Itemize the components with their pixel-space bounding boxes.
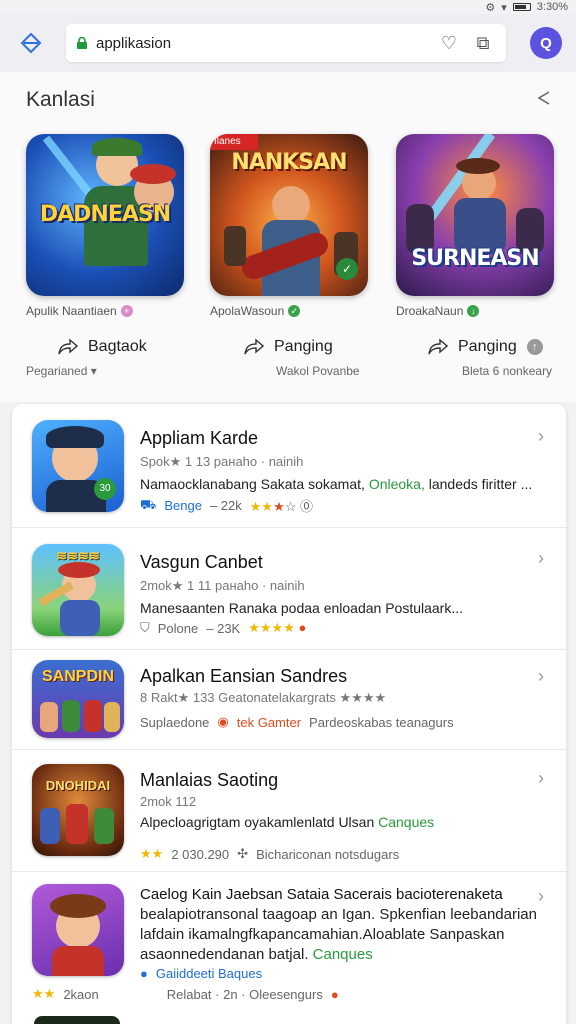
chevron-right-icon[interactable]: › xyxy=(538,768,550,788)
info-icon: ● xyxy=(140,966,148,981)
chevron-right-icon[interactable]: › xyxy=(538,548,550,568)
shop-icon: ⛉ xyxy=(140,620,150,635)
battery-icon xyxy=(512,3,531,11)
featured-app-art[interactable]: DADNEASN xyxy=(26,134,184,296)
app-subtitle: 2mok★ 1 11 ранаhо · nainih xyxy=(140,578,305,593)
app-icon[interactable] xyxy=(32,884,124,976)
list-item[interactable]: Caelog Kain Jaebsan Sataia Sacerais baci… xyxy=(12,872,566,1014)
wifi-icon: ▾ xyxy=(501,1,507,14)
app-title[interactable]: Appliam Karde xyxy=(140,428,258,449)
info-icon: ↑ xyxy=(526,339,543,355)
app-description-line: bealapiotransonal taagoap an Igan. Spken… xyxy=(140,906,537,923)
section-title: Kanlasi xyxy=(26,88,95,111)
chevron-right-icon[interactable]: › xyxy=(538,886,550,906)
app-description: Manesaanten Ranaka podaa enloadan Postul… xyxy=(140,600,464,616)
app-meta: Suplaedone ◉ tek Gamter Pardeoskabas tea… xyxy=(140,714,454,730)
app-description-line: lafdain ikamalngfkapancamahian.Aloablate… xyxy=(140,926,505,943)
featured-app-name: DroakaNaun ↓ xyxy=(396,304,554,318)
action-label: Bagtaok xyxy=(88,338,147,355)
app-icon[interactable]: 30 xyxy=(32,420,124,512)
browser-toolbar: applikasion ♡ ⧉ Q xyxy=(0,14,576,72)
app-description: Alpecloagrigtam oyakamlenlatd Ulsan Canq… xyxy=(140,814,435,830)
status-time: 3:30% xyxy=(536,1,568,13)
app-title[interactable]: Manlaias Saoting xyxy=(140,770,278,791)
badge-icon: ↓ xyxy=(467,305,480,317)
list-item[interactable]: DNOHIDAI Manlaias Saoting 2mok 112 Alpec… xyxy=(12,750,566,872)
list-item[interactable]: ≋≋≋≋ Vasgun Canbet 2mok★ 1 11 ранаhо · n… xyxy=(12,528,566,650)
featured-art-title: NANKSAN xyxy=(231,150,347,175)
app-title[interactable]: Vasgun Canbet xyxy=(140,552,263,573)
share-icon[interactable] xyxy=(534,88,554,108)
action-button[interactable]: Bagtaok xyxy=(58,338,147,356)
action-sublabel: Pegarianed ▾ xyxy=(26,364,97,378)
chevron-right-icon[interactable]: › xyxy=(538,666,550,686)
app-art-title: DNOHIDAI xyxy=(45,778,111,793)
tag-icon: ✣ xyxy=(237,846,249,861)
action-button[interactable]: Panging xyxy=(244,338,333,356)
badge-icon: ● xyxy=(330,986,339,1002)
featured-art-title: DADNEASN xyxy=(39,202,171,227)
navigation-icon[interactable] xyxy=(14,26,48,60)
app-badge: 30 xyxy=(94,478,116,500)
app-rating: ★★ 2kaon Relabat · 2n · Oleesengurs ● xyxy=(32,986,339,1002)
share-arrow-icon xyxy=(58,338,78,355)
featured-app-card[interactable]: DADNEASN Apulik Naantiaen + xyxy=(26,134,184,318)
share-arrow-icon xyxy=(428,338,448,355)
app-icon[interactable]: SANPDIN xyxy=(32,660,124,738)
rating-icon: ★★★★ ● xyxy=(248,620,307,635)
app-meta: ● Gaiiddeeti Baques xyxy=(140,966,263,981)
extension-icon[interactable]: ⧉ xyxy=(470,30,496,56)
app-art-title: SANPDIN xyxy=(41,668,114,685)
rating-icon: ★★ xyxy=(140,846,164,861)
featured-app-name: ApolaWasoun ✓ xyxy=(210,304,368,318)
lock-icon xyxy=(77,37,87,49)
settings-status-icon: ⚙ xyxy=(485,1,496,14)
featured-app-card[interactable]: Ilanes ✓ NANKSAN ApolaWasoun ✓ xyxy=(210,134,368,318)
share-arrow-icon xyxy=(244,338,264,355)
app-title[interactable]: Apalkan Eansian Sandres xyxy=(140,666,347,687)
app-subtitle: 8 Rakt★ 133 Geatonatelakargrats ★★★★ xyxy=(140,690,387,705)
badge-icon: + xyxy=(120,305,133,317)
app-meta: ⛟ Benge – 22k ★★★☆ ⓪ xyxy=(140,496,314,515)
address-bar[interactable]: applikasion ♡ ⧉ xyxy=(66,24,506,62)
featured-app-art[interactable]: SURNEASN xyxy=(396,134,554,296)
action-label: Panging xyxy=(458,338,517,355)
list-item[interactable]: SANPDIN Apalkan Eansian Sandres 8 Rakt★ … xyxy=(12,650,566,750)
favorite-icon[interactable]: ♡ xyxy=(436,30,462,56)
app-subtitle: 2mok 112 xyxy=(140,794,197,809)
rating-icon: ★★★☆ ⓪ xyxy=(249,499,314,514)
action-button[interactable]: Panging ↑ xyxy=(428,338,543,356)
app-icon[interactable]: DNOHIDAI xyxy=(32,764,124,856)
featured-app-name: Apulik Naantiaen + xyxy=(26,304,184,318)
app-description: asaonnedendanan batjal. Canques xyxy=(140,946,373,963)
app-description: Namaocklanabang Sakata sokamat, Onleoka,… xyxy=(140,476,533,492)
app-icon[interactable]: ≋≋≋≋ xyxy=(32,544,124,636)
featured-app-art[interactable]: Ilanes ✓ NANKSAN xyxy=(210,134,368,296)
featured-app-card[interactable]: SURNEASN DroakaNaun ↓ xyxy=(396,134,554,318)
profile-avatar[interactable]: Q xyxy=(530,27,562,59)
shop-icon: ⛟ xyxy=(140,496,157,512)
app-subtitle: Spok★ 1 13 ранаhо · nainih xyxy=(140,454,304,469)
badge-icon: ✓ xyxy=(288,305,301,317)
status-bar: ⚙ ▾ 3:30% xyxy=(0,0,576,14)
badge-icon: ◉ xyxy=(217,714,229,729)
app-title[interactable]: Caelog Kain Jaebsan Sataia Sacerais baci… xyxy=(140,886,503,903)
next-app-icon-peek xyxy=(34,1016,120,1024)
url-text[interactable]: applikasion xyxy=(96,35,428,52)
app-list: 30 Appliam Karde Spok★ 1 13 ранаhо · nai… xyxy=(12,404,566,1024)
list-item[interactable]: 30 Appliam Karde Spok★ 1 13 ранаhо · nai… xyxy=(12,404,566,528)
chevron-right-icon[interactable]: › xyxy=(538,426,550,446)
rating-icon: ★★ xyxy=(32,986,56,1001)
featured-section: Kanlasi DADNEASN Apulik Naantiaen + Ilan… xyxy=(0,72,576,402)
featured-art-badge: Ilanes xyxy=(210,134,258,150)
featured-art-title: SURNEASN xyxy=(411,246,539,271)
app-meta: ★★ 2 030.290 ✣ Bichariconan notsdugars xyxy=(140,846,400,862)
app-meta: ⛉ Polone – 23K ★★★★ ● xyxy=(140,620,307,636)
action-sublabel: Wakol Povanbe xyxy=(276,364,360,378)
action-sublabel: Bleta 6 nonkeary xyxy=(462,364,553,378)
action-label: Panging xyxy=(274,338,333,355)
